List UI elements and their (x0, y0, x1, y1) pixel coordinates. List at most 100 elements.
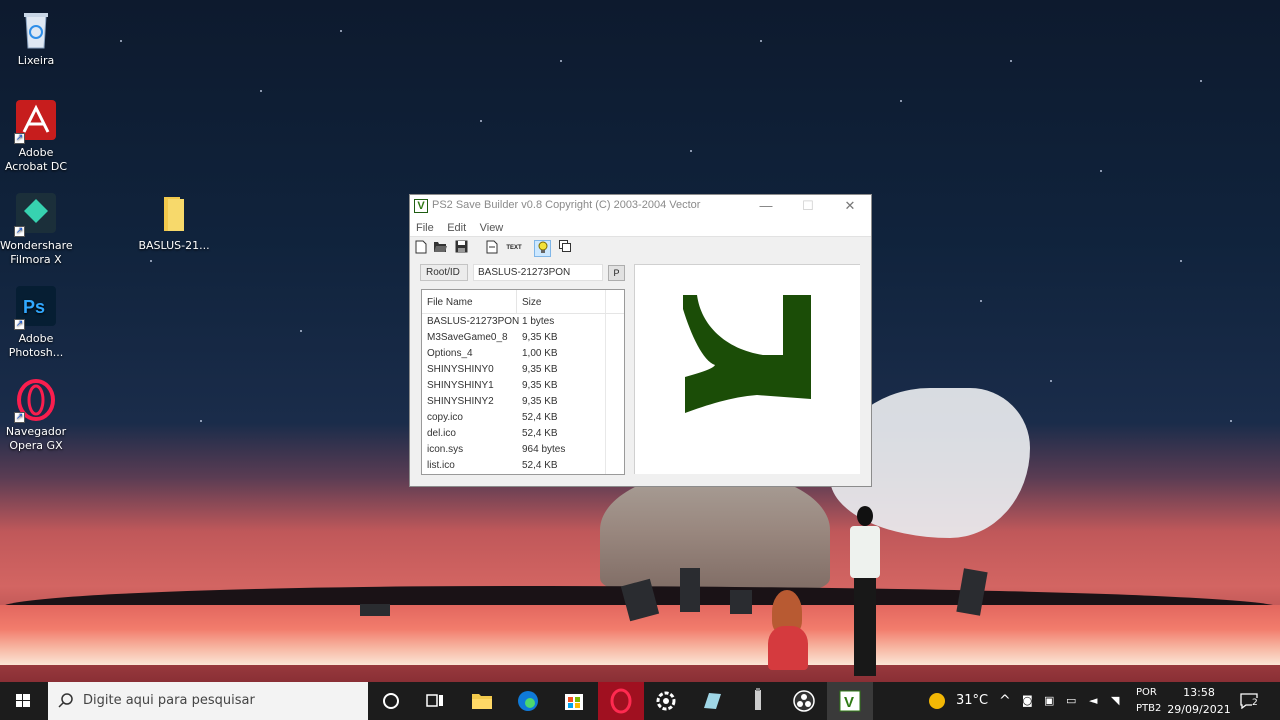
maximize-button[interactable]: ☐ (787, 195, 829, 218)
volume-icon[interactable]: ◄ (1089, 682, 1103, 720)
desktop-icon-label: Adobe Photosh... (8, 332, 64, 359)
usb-icon[interactable] (735, 682, 781, 720)
file-row[interactable]: copy.ico 52,4 KB (422, 410, 624, 426)
menu-edit[interactable]: Edit (447, 219, 466, 238)
file-name: SHINYSHINY1 (427, 380, 494, 391)
file-name: BASLUS-21273PON (427, 316, 520, 327)
shortcut-arrow-icon: ↗ (14, 226, 25, 237)
file-size: 1,00 KB (522, 348, 558, 359)
file-size: 9,35 KB (522, 332, 558, 343)
file-name: Options_4 (427, 348, 473, 359)
menu-view[interactable]: View (480, 219, 504, 238)
desktop-icon-opera-gx[interactable]: ↗ Navegador Opera GX (0, 379, 72, 453)
file-name: SHINYSHINY2 (427, 396, 494, 407)
start-button[interactable] (0, 682, 46, 720)
settings-icon[interactable] (643, 682, 689, 720)
file-row[interactable]: SHINYSHINY0 9,35 KB (422, 362, 624, 378)
search-box[interactable]: Digite aqui para pesquisar (48, 682, 368, 720)
svg-text:V: V (844, 694, 854, 711)
file-size: 52,4 KB (522, 428, 558, 439)
file-rows: BASLUS-21273PON 1 bytes M3SaveGame0_8 9,35 … (422, 314, 624, 474)
desktop-icon-recycle-bin[interactable]: Lixeira (0, 8, 72, 68)
desktop-icon-label: Adobe Acrobat DC (4, 146, 68, 173)
desktop-icon-filmora[interactable]: ↗ Wondershare Filmora X (0, 193, 73, 267)
wallpaper-boy (850, 506, 880, 676)
file-name: copy.ico (427, 412, 463, 423)
file-size: 1 bytes (522, 316, 555, 327)
column-file-name[interactable]: File Name (427, 297, 473, 308)
file-name: SHINYSHINY0 (427, 364, 494, 375)
wallpaper-figure-hair (600, 470, 830, 590)
open-folder-icon[interactable] (432, 240, 449, 257)
obs-icon[interactable] (781, 682, 827, 720)
p-button[interactable]: P (608, 265, 625, 281)
file-row[interactable]: icon.sys 964 bytes (422, 442, 624, 458)
copy-icon[interactable] (556, 240, 573, 257)
file-list[interactable]: File Name Size BASLUS-21273PON 1 bytes M3S… (421, 289, 625, 475)
acrobat-icon: ↗ (14, 100, 56, 144)
file-list-header: File Name Size (422, 290, 624, 314)
file-row[interactable]: Options_4 1,00 KB (422, 346, 624, 362)
meet-now-icon[interactable]: ◙ (1022, 682, 1036, 720)
opera-gx-taskbar-icon[interactable] (598, 682, 644, 720)
window-title: PS2 Save Builder v0.8 Copyright (C) 2003… (432, 199, 701, 211)
keyboard-layout: PTB2 (1136, 703, 1162, 714)
weather-widget[interactable]: 31°C (928, 682, 1008, 720)
task-view-icon[interactable] (412, 682, 458, 720)
file-size: 9,35 KB (522, 396, 558, 407)
new-file-icon[interactable] (412, 240, 429, 257)
page-icon[interactable] (483, 240, 500, 257)
store-icon[interactable] (551, 682, 597, 720)
close-button[interactable]: ✕ (829, 195, 871, 218)
network-icon[interactable]: ◥ (1111, 682, 1125, 720)
file-size: 52,4 KB (522, 460, 558, 471)
minimize-button[interactable]: — (745, 195, 787, 218)
folder-icon (154, 193, 194, 235)
title-bar[interactable]: V PS2 Save Builder v0.8 Copyright (C) 20… (410, 195, 871, 218)
file-name: M3SaveGame0_8 (427, 332, 508, 343)
ps2-save-builder-taskbar-icon[interactable]: V (827, 682, 873, 720)
file-row[interactable]: list.ico 52,4 KB (422, 458, 624, 474)
app-tray-icon[interactable]: ▣ (1044, 682, 1058, 720)
notifications-button[interactable]: 2 (1238, 682, 1262, 720)
photoshop-icon: Ps ↗ (14, 286, 56, 330)
edge-icon[interactable] (505, 682, 551, 720)
notepad-icon[interactable] (689, 682, 735, 720)
file-row[interactable]: SHINYSHINY1 9,35 KB (422, 378, 624, 394)
file-name: icon.sys (427, 444, 464, 455)
clock-time: 13:58 (1183, 686, 1215, 699)
root-id-input[interactable]: BASLUS-21273PON (473, 264, 603, 281)
menu-bar: File Edit View (410, 218, 871, 237)
column-size[interactable]: Size (522, 297, 541, 308)
lightbulb-icon[interactable] (534, 240, 551, 257)
app-logo-icon: V (414, 199, 428, 213)
file-row[interactable]: M3SaveGame0_8 9,35 KB (422, 330, 624, 346)
wallpaper-girl (768, 590, 808, 670)
file-size: 9,35 KB (522, 364, 558, 375)
file-row[interactable]: BASLUS-21273PON 1 bytes (422, 314, 624, 330)
desktop-icon-label: BASLUS-21... (138, 239, 210, 252)
save-icon[interactable] (453, 240, 470, 257)
file-row[interactable]: del.ico 52,4 KB (422, 426, 624, 442)
text-icon[interactable]: TEXT (503, 240, 525, 257)
opera-gx-icon: ↗ (14, 379, 56, 423)
file-row[interactable]: SHINYSHINY2 9,35 KB (422, 394, 624, 410)
desktop-icon-label: Navegador Opera GX (5, 425, 67, 452)
desktop-icon-acrobat[interactable]: ↗ Adobe Acrobat DC (0, 100, 72, 174)
file-name: list.ico (427, 460, 455, 471)
sun-icon (929, 693, 945, 709)
desktop-icon-folder[interactable]: BASLUS-21... (138, 193, 210, 253)
notification-count: 2 (1252, 698, 1258, 708)
cortana-icon[interactable] (368, 682, 414, 720)
shortcut-arrow-icon: ↗ (14, 319, 25, 330)
file-explorer-icon[interactable] (459, 682, 505, 720)
recycle-bin-icon (16, 8, 56, 50)
file-name: del.ico (427, 428, 456, 439)
language-indicator[interactable]: POR PTB2 (1133, 682, 1163, 720)
chevron-up-icon[interactable]: ^ (999, 682, 1013, 720)
clock[interactable]: 13:58 29/09/2021 (1166, 682, 1232, 720)
desktop-icon-photoshop[interactable]: Ps ↗ Adobe Photosh... (0, 286, 72, 360)
file-size: 964 bytes (522, 444, 566, 455)
battery-icon[interactable]: ▭ (1066, 682, 1080, 720)
menu-file[interactable]: File (416, 219, 434, 238)
